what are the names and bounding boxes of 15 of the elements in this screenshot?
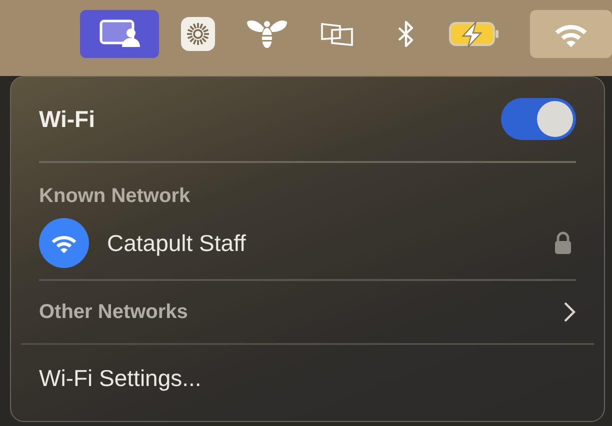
sunburst-icon bbox=[180, 17, 215, 51]
screen-person-icon bbox=[98, 19, 141, 49]
wifi-toggle[interactable] bbox=[501, 98, 576, 140]
displays-icon bbox=[320, 21, 354, 47]
chevron-right-icon bbox=[562, 301, 576, 323]
menu-title: Wi-Fi bbox=[39, 104, 95, 134]
other-networks-item[interactable]: Other Networks bbox=[11, 281, 604, 343]
wifi-settings-item[interactable]: Wi-Fi Settings... bbox=[11, 345, 230, 411]
section-heading: Known Network bbox=[39, 185, 190, 207]
network-name: Catapult Staff bbox=[107, 228, 247, 258]
menu-bar-item[interactable] bbox=[80, 10, 160, 58]
bluetooth-icon bbox=[396, 20, 416, 48]
battery-charging-icon bbox=[448, 20, 500, 48]
bee-icon bbox=[246, 18, 288, 50]
network-item[interactable]: Catapult Staff bbox=[11, 211, 604, 275]
